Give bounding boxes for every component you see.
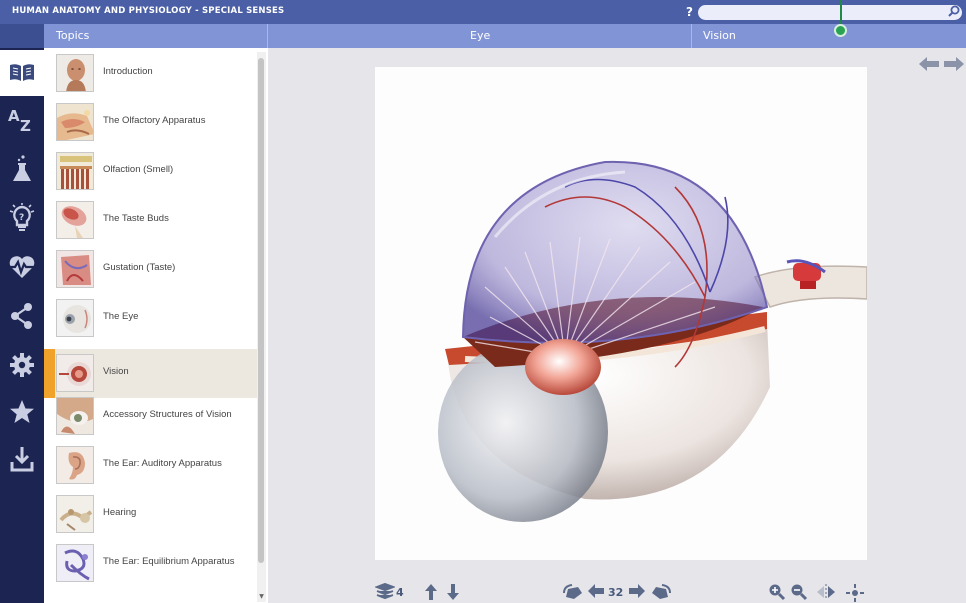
flask-icon[interactable] — [4, 151, 40, 187]
svg-text:Z: Z — [20, 117, 31, 134]
thumbnail-head — [56, 54, 94, 92]
search-input[interactable] — [698, 5, 962, 20]
topic-accessory-structures[interactable]: Accessory Structures of Vision — [44, 392, 257, 441]
topic-label: Olfaction (Smell) — [103, 164, 174, 175]
topic-label: The Olfactory Apparatus — [103, 115, 206, 126]
breadcrumb-divider — [691, 24, 692, 48]
frame-number: 32 — [608, 586, 624, 599]
next-page-arrow-icon[interactable] — [943, 56, 965, 72]
pointer-dot — [834, 24, 847, 37]
gear-icon[interactable] — [4, 347, 40, 383]
az-glossary-icon[interactable]: AZ — [4, 102, 40, 138]
app-window: HUMAN ANATOMY AND PHYSIOLOGY - SPECIAL S… — [0, 0, 966, 603]
topic-label: Introduction — [103, 66, 153, 77]
rotate-right-icon[interactable] — [650, 583, 672, 603]
topic-olfaction[interactable]: Olfaction (Smell) — [44, 147, 257, 196]
svg-text:A: A — [8, 107, 20, 125]
thumbnail-taste-bud — [56, 201, 94, 239]
next-frame-arrow-icon[interactable] — [628, 583, 646, 599]
thumbnail-olfactory-cells — [56, 152, 94, 190]
star-icon[interactable] — [4, 394, 40, 430]
topic-the-eye[interactable]: The Eye — [44, 294, 257, 343]
topic-gustation[interactable]: Gustation (Taste) — [44, 245, 257, 294]
3d-model-viewer[interactable] — [375, 67, 867, 560]
topic-label: The Ear: Auditory Apparatus — [103, 458, 222, 469]
topic-taste-buds[interactable]: The Taste Buds — [44, 196, 257, 245]
zoom-out-icon[interactable] — [790, 583, 808, 601]
pointer-line — [840, 0, 842, 26]
breadcrumb-topics[interactable]: Topics — [56, 24, 89, 48]
thumbnail-ear — [56, 446, 94, 484]
rotate-left-icon[interactable] — [562, 583, 584, 603]
topic-label: Vision — [103, 366, 129, 377]
topic-scrollbar-thumb[interactable] — [258, 58, 264, 563]
layers-icon[interactable] — [375, 583, 395, 601]
share-icon[interactable] — [4, 298, 40, 334]
topic-olfactory-apparatus[interactable]: The Olfactory Apparatus — [44, 98, 257, 147]
topic-ear-equilibrium[interactable]: The Ear: Equilibrium Apparatus — [44, 539, 257, 588]
lightbulb-icon[interactable]: ? — [4, 200, 40, 236]
topic-label: The Taste Buds — [103, 213, 169, 224]
thumbnail-vision — [56, 354, 94, 392]
topic-introduction[interactable]: Introduction — [44, 49, 257, 98]
icon-rail: AZ ? — [0, 48, 44, 603]
thumbnail-nasal-cavity — [56, 103, 94, 141]
title-bar: HUMAN ANATOMY AND PHYSIOLOGY - SPECIAL S… — [0, 0, 966, 24]
topic-label: Hearing — [103, 507, 137, 518]
thumbnail-hearing — [56, 495, 94, 533]
topic-hearing[interactable]: Hearing — [44, 490, 257, 539]
thumbnail-equilibrium — [56, 544, 94, 582]
help-button[interactable]: ? — [686, 5, 693, 19]
thumbnail-gustation — [56, 250, 94, 288]
layers-count: 4 — [396, 586, 404, 599]
topic-label: The Ear: Equilibrium Apparatus — [103, 556, 235, 567]
book-icon[interactable] — [0, 50, 44, 96]
center-reset-icon[interactable] — [845, 583, 865, 603]
topic-label: Gustation (Taste) — [103, 262, 176, 273]
eyeball-cross-section-illustration — [438, 160, 867, 522]
topic-ear-auditory[interactable]: The Ear: Auditory Apparatus — [44, 441, 257, 490]
search-icon[interactable] — [947, 4, 961, 18]
breadcrumb-page[interactable]: Vision — [703, 24, 736, 48]
thumbnail-accessory-structures — [56, 397, 94, 435]
scroll-down-arrow-icon[interactable]: ▼ — [257, 593, 266, 601]
zoom-in-icon[interactable] — [768, 583, 786, 601]
topic-list: Introduction The Olfactory Apparatus Olf… — [44, 48, 268, 603]
download-icon[interactable] — [4, 441, 40, 477]
topic-label: The Eye — [103, 311, 139, 322]
mirror-flip-icon[interactable] — [816, 583, 836, 601]
app-title: HUMAN ANATOMY AND PHYSIOLOGY - SPECIAL S… — [12, 6, 285, 16]
previous-frame-arrow-icon[interactable] — [587, 583, 605, 599]
thumbnail-eyeball — [56, 299, 94, 337]
breadcrumb-section[interactable]: Eye — [470, 24, 490, 48]
breadcrumb-divider — [267, 24, 268, 48]
heartbeat-icon[interactable] — [4, 249, 40, 285]
svg-text:?: ? — [19, 213, 24, 223]
move-up-arrow-icon[interactable] — [424, 583, 438, 601]
topic-vision[interactable]: Vision — [44, 349, 257, 398]
breadcrumb-corner — [0, 24, 44, 48]
move-down-arrow-icon[interactable] — [446, 583, 460, 601]
previous-page-arrow-icon[interactable] — [918, 56, 940, 72]
topic-label: Accessory Structures of Vision — [103, 409, 232, 420]
